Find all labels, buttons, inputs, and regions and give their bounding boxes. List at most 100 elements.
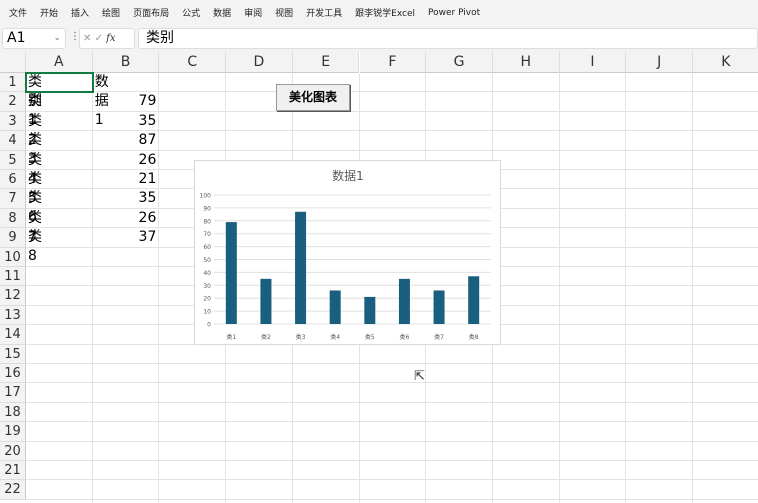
row-header[interactable]: 7 — [0, 189, 26, 209]
x-tick-label: 类1 — [226, 333, 236, 341]
cell[interactable]: 26 — [93, 151, 157, 170]
row-header[interactable]: 17 — [0, 383, 26, 403]
cell[interactable]: 类5 — [28, 170, 42, 206]
row-header[interactable]: 19 — [0, 422, 26, 442]
cell[interactable]: 26 — [93, 209, 157, 228]
column-header[interactable]: C — [159, 52, 227, 73]
chevron-down-icon[interactable]: ⌄ — [53, 29, 61, 48]
gridline — [26, 421, 758, 423]
gridline — [26, 460, 758, 461]
formula-input[interactable]: 类别 — [138, 28, 758, 49]
mouse-cursor-icon: ⇱ — [414, 369, 425, 384]
menu-tab[interactable]: 绘图 — [102, 6, 120, 19]
column-header[interactable]: G — [426, 52, 493, 73]
y-tick-label: 0 — [207, 322, 211, 329]
row-header[interactable]: 2 — [0, 92, 26, 112]
bar — [364, 296, 376, 324]
cancel-icon[interactable]: ✕ — [83, 33, 91, 44]
gridline — [26, 363, 758, 364]
confirm-icon[interactable]: ✓ — [95, 33, 103, 44]
insert-function-icon[interactable]: fx — [106, 33, 115, 44]
menu-tab[interactable]: 开发工具 — [306, 6, 342, 19]
bar — [225, 222, 237, 324]
cell[interactable]: 21 — [93, 170, 157, 189]
row-header[interactable]: 13 — [0, 305, 26, 326]
row-header[interactable]: 5 — [0, 150, 26, 170]
column-header[interactable]: H — [492, 52, 560, 73]
gridline — [26, 440, 758, 442]
y-tick-label: 70 — [203, 231, 211, 238]
y-tick-label: 40 — [203, 270, 211, 277]
chart-title: 数据1 — [332, 168, 364, 183]
row-header[interactable]: 11 — [0, 267, 26, 287]
menu-tab[interactable]: Power Pivot — [428, 8, 480, 18]
y-tick-label: 20 — [203, 296, 211, 303]
row-header[interactable]: 18 — [0, 402, 26, 423]
x-tick-label: 类7 — [434, 333, 444, 341]
x-tick-label: 类3 — [296, 333, 306, 341]
row-header[interactable]: 1 — [0, 73, 26, 93]
row-header[interactable]: 10 — [0, 247, 26, 267]
column-header[interactable]: B — [92, 52, 160, 73]
menu-tab[interactable]: 开始 — [40, 6, 58, 19]
cell[interactable]: 类7 — [28, 209, 42, 245]
name-box-value: A1 — [7, 30, 26, 46]
x-tick-label: 类8 — [469, 333, 479, 341]
row-header[interactable]: 8 — [0, 208, 26, 229]
column-header[interactable]: J — [626, 52, 693, 73]
cell[interactable]: 类1 — [28, 92, 42, 128]
row-header[interactable]: 6 — [0, 170, 26, 190]
menu-tab[interactable]: 插入 — [71, 6, 89, 19]
cell[interactable]: 类4 — [28, 151, 42, 187]
cell[interactable]: 类3 — [28, 131, 42, 167]
cell[interactable]: 35 — [93, 112, 157, 131]
row-header[interactable]: 3 — [0, 111, 26, 132]
column-header[interactable]: A — [26, 52, 93, 73]
column-header[interactable]: D — [226, 52, 293, 73]
ribbon-tabs: 文件 开始 插入 绘图 页面布局 公式 数据 审阅 视图 开发工具 跟李锐学Excel Power P… — [0, 0, 758, 25]
row-header[interactable]: 21 — [0, 461, 26, 481]
row-header[interactable]: 12 — [0, 286, 26, 306]
y-tick-label: 100 — [200, 193, 212, 200]
y-tick-label: 50 — [203, 257, 211, 264]
name-box[interactable]: A1 ⌄ — [2, 28, 66, 49]
cell[interactable]: 类2 — [28, 112, 42, 148]
column-header[interactable]: I — [559, 52, 627, 73]
row-header[interactable]: 22 — [0, 480, 26, 500]
y-tick-label: 90 — [203, 205, 211, 212]
column-header[interactable]: E — [292, 52, 360, 73]
row-header[interactable]: 16 — [0, 364, 26, 384]
menu-tab[interactable]: 文件 — [9, 6, 27, 19]
cell[interactable]: 数据1 — [95, 73, 109, 128]
menu-tab[interactable]: 审阅 — [244, 6, 262, 19]
menu-tab[interactable]: 页面布局 — [133, 6, 169, 19]
cell[interactable]: 35 — [93, 189, 157, 208]
cell[interactable]: 87 — [93, 131, 157, 150]
cell[interactable]: 类6 — [28, 189, 42, 225]
formula-controls: ✕ ✓ fx — [79, 28, 135, 49]
x-tick-label: 类2 — [261, 333, 271, 341]
column-header[interactable]: K — [693, 52, 758, 73]
menu-tab[interactable]: 跟李锐学Excel — [355, 6, 415, 19]
cell[interactable]: 37 — [93, 228, 157, 247]
menu-tab[interactable]: 视图 — [275, 6, 293, 19]
menu-tab[interactable]: 数据 — [213, 6, 231, 19]
gridline — [625, 73, 627, 503]
gridline — [558, 73, 560, 503]
cell[interactable]: 类8 — [28, 228, 42, 264]
row-header[interactable]: 15 — [0, 344, 26, 364]
select-all-corner[interactable] — [0, 52, 26, 73]
x-tick-label: 类4 — [330, 333, 340, 341]
row-header[interactable]: 20 — [0, 441, 26, 461]
beautify-chart-button[interactable]: 美化图表 — [276, 84, 350, 111]
formula-bar: A1 ⌄ ⋮ ✕ ✓ fx 类别 — [0, 25, 758, 52]
row-header[interactable]: 4 — [0, 131, 26, 151]
x-tick-label: 类5 — [365, 333, 375, 341]
column-header[interactable]: F — [359, 52, 427, 73]
row-header[interactable]: 9 — [0, 228, 26, 248]
column-chart[interactable]: 数据1 0 10 20 30 40 50 60 70 80 90 100 类1 类2 类3 类4 类5 类6 类7 类… — [194, 160, 501, 345]
y-tick-label: 30 — [203, 283, 211, 290]
cell[interactable]: 79 — [93, 92, 157, 111]
menu-tab[interactable]: 公式 — [182, 6, 200, 19]
row-header[interactable]: 14 — [0, 325, 26, 345]
